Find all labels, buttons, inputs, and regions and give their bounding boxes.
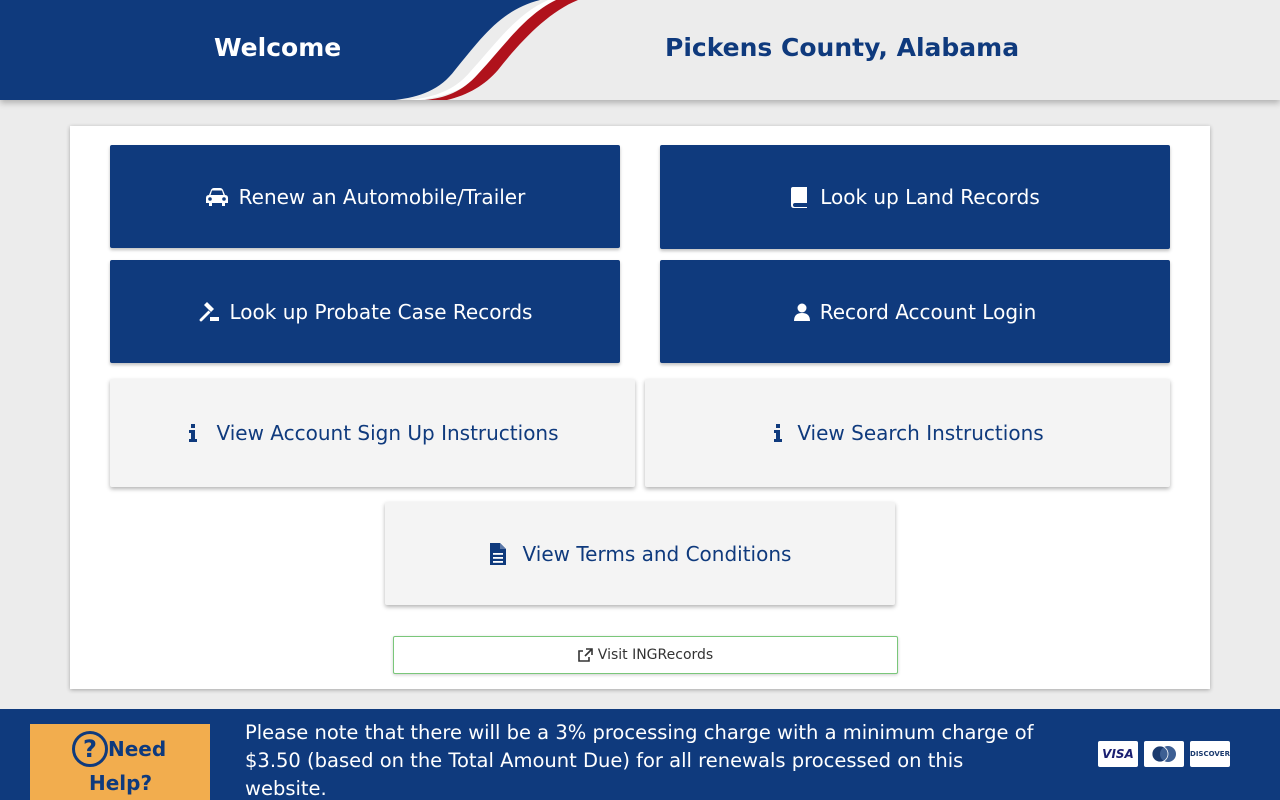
land-records-button[interactable]: Look up Land Records: [660, 145, 1170, 249]
page-header: Welcome Pickens County, Alabama: [0, 0, 1280, 100]
mastercard-icon: [1144, 741, 1184, 767]
terms-conditions-label: View Terms and Conditions: [522, 541, 792, 566]
info-icon: [774, 424, 783, 442]
renew-automobile-label: Renew an Automobile/Trailer: [238, 184, 526, 209]
county-title: Pickens County, Alabama: [665, 33, 1020, 62]
renew-automobile-button[interactable]: Renew an Automobile/Trailer: [110, 145, 620, 248]
visit-ingrecords-label: Visit INGRecords: [597, 647, 714, 663]
book-icon: [791, 187, 808, 208]
record-account-login-label: Record Account Login: [819, 299, 1037, 324]
search-instructions-label: View Search Instructions: [797, 421, 1044, 445]
terms-conditions-button[interactable]: View Terms and Conditions: [385, 502, 895, 605]
land-records-label: Look up Land Records: [820, 185, 1040, 209]
user-icon: [793, 303, 810, 321]
signup-instructions-button[interactable]: View Account Sign Up Instructions: [110, 379, 635, 487]
discover-card-icon: DISCOVER: [1190, 741, 1230, 767]
welcome-title: Welcome: [214, 33, 342, 62]
record-account-login-button[interactable]: Record Account Login: [660, 260, 1170, 363]
probate-records-label: Look up Probate Case Records: [229, 299, 533, 324]
need-help-button[interactable]: ? Need Help?: [30, 724, 210, 800]
need-help-word2: Help?: [89, 771, 153, 795]
document-icon: [489, 542, 506, 565]
need-help-word1: Need: [108, 737, 167, 761]
visit-ingrecords-button[interactable]: Visit INGRecords: [393, 636, 898, 674]
page-footer: ? Need Help? Please note that there will…: [0, 709, 1280, 800]
question-circle-icon: ?: [72, 731, 108, 767]
car-icon: [205, 187, 228, 206]
probate-records-button[interactable]: Look up Probate Case Records: [110, 260, 620, 363]
search-instructions-button[interactable]: View Search Instructions: [645, 379, 1170, 487]
visa-card-icon: VISA: [1098, 741, 1138, 767]
external-link-icon: [577, 648, 593, 662]
gavel-icon: [199, 301, 219, 321]
processing-charge-notice: Please note that there will be a 3% proc…: [245, 721, 1034, 800]
actions-panel: Renew an Automobile/Trailer Look up Land…: [70, 126, 1210, 689]
header-swoosh: [0, 0, 578, 100]
accepted-cards: VISA DISCOVER: [1098, 741, 1230, 767]
info-icon: [189, 424, 198, 442]
signup-instructions-label: View Account Sign Up Instructions: [216, 421, 559, 445]
